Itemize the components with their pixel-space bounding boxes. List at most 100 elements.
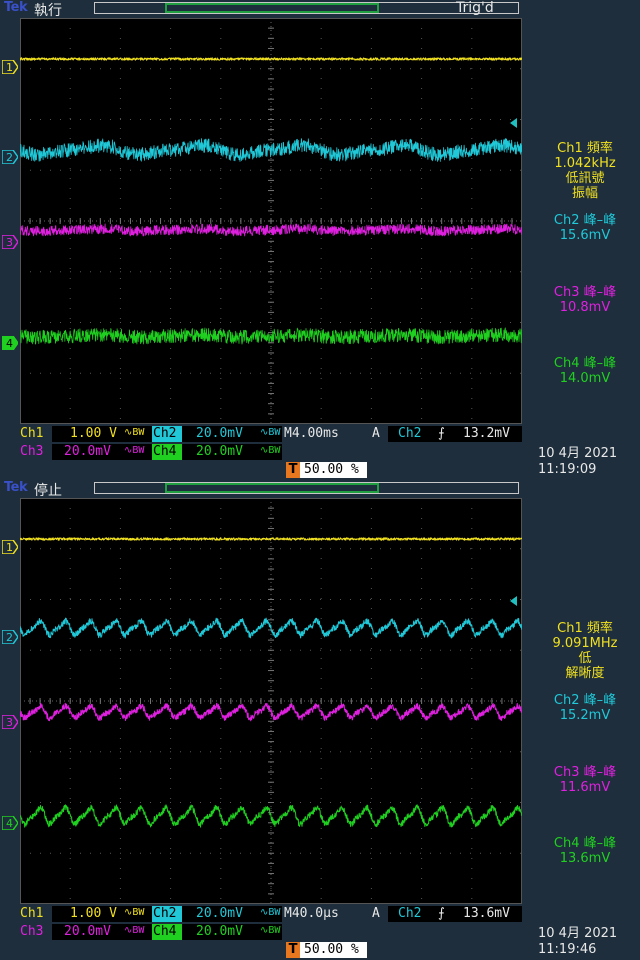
trigger-position: 50.00 % [304,942,359,957]
ch3-pk-pk-measurement: Ch3 峰–峰 11.6mV [530,765,640,795]
meas-line: 10.8mV [559,300,611,315]
ch3-scale[interactable]: 20.0mV [64,444,111,459]
meas-line: 9.091MHz [552,636,618,651]
ch4-ground-marker[interactable]: 4 [1,335,19,351]
trigger-source[interactable]: Ch2 [398,426,421,441]
ch3-pk-pk-measurement: Ch3 峰–峰 10.8mV [530,285,640,315]
acq-mode: A [372,906,380,921]
trigger-level[interactable]: 13.2mV [463,426,510,441]
ch1-bw-icon: ∿BW [124,907,145,918]
ch4-scale[interactable]: 20.0mV [196,924,243,939]
timebase[interactable]: M4.00ms [284,426,339,441]
trigger-status: Trig'd [456,0,494,16]
ch2-pk-pk-measurement: Ch2 峰–峰 15.6mV [530,213,640,243]
meas-line: 振幅 [571,186,598,201]
meas-line: Ch2 峰–峰 [553,213,617,228]
ch4-marker-label: 4 [6,337,13,350]
trigger-position-readout[interactable]: T 50.00 % [286,942,367,958]
ch1-scale[interactable]: 1.00 V [70,906,117,921]
trigger-level-icon[interactable] [510,596,517,606]
ch1-marker-label: 1 [6,61,13,74]
date: 10 4月 2021 [538,446,618,461]
ch1-scale[interactable]: 1.00 V [70,426,117,441]
time: 11:19:09 [538,462,597,477]
ch1-label[interactable]: Ch1 [20,906,43,921]
record-view-window[interactable] [165,3,379,13]
ch2-label[interactable]: Ch2 [153,906,176,921]
ch3-label[interactable]: Ch3 [20,444,43,459]
ch3-ground-marker[interactable]: 3 [1,234,19,250]
trigger-slope-icon: ⨍ [438,426,445,441]
ch4-ground-marker[interactable]: 4 [1,815,19,831]
ch3-bw-icon: ∿BW [124,445,145,456]
ch1-waveform [20,57,522,61]
ch3-marker-label: 3 [6,236,13,249]
trigger-source[interactable]: Ch2 [398,906,421,921]
status-bar: Tek 停止 [0,480,640,499]
time: 11:19:46 [538,942,597,957]
meas-line: 13.6mV [559,851,611,866]
ch3-marker-label: 3 [6,716,13,729]
meas-line: Ch4 峰–峰 [553,836,617,851]
meas-line: Ch3 峰–峰 [553,765,617,780]
graticule [20,18,522,424]
ch4-bw-icon: ∿BW [260,445,281,456]
ch1-frequency-measurement: Ch1 頻率 9.091MHz 低 解晰度 [530,621,640,681]
trigger-level-icon[interactable] [510,118,517,128]
ch1-ground-marker[interactable]: 1 [1,59,19,75]
ch2-bw-icon: ∿BW [260,427,281,438]
ch3-ground-marker[interactable]: 3 [1,714,19,730]
ch1-label[interactable]: Ch1 [20,426,43,441]
meas-line: 低 [578,651,592,666]
meas-line: Ch3 峰–峰 [553,285,617,300]
ch2-ground-marker[interactable]: 2 [1,629,19,645]
ch4-pk-pk-measurement: Ch4 峰–峰 13.6mV [530,836,640,866]
meas-line: Ch1 頻率 [557,141,613,156]
meas-line: 11.6mV [559,780,611,795]
ch2-scale[interactable]: 20.0mV [196,906,243,921]
settings-readout: Ch1 1.00 V ∿BW Ch2 20.0mV ∿BW M4.00ms A … [0,424,640,480]
ch4-label[interactable]: Ch4 [153,924,176,939]
ch3-bw-icon: ∿BW [124,925,145,936]
graticule [20,498,522,904]
ch4-scale[interactable]: 20.0mV [196,444,243,459]
ch4-pk-pk-measurement: Ch4 峰–峰 14.0mV [530,356,640,386]
meas-line: 1.042kHz [554,156,616,171]
run-state: 執行 [34,3,62,19]
acq-mode: A [372,426,380,441]
meas-line: Ch2 峰–峰 [553,693,617,708]
trigger-level[interactable]: 13.6mV [463,906,510,921]
ch2-bw-icon: ∿BW [260,907,281,918]
run-state: 停止 [34,483,62,499]
trigger-position-readout[interactable]: T 50.00 % [286,462,367,478]
status-bar: Tek 執行 Trig'd [0,0,640,19]
ch1-frequency-measurement: Ch1 頻率 1.042kHz 低訊號 振幅 [530,141,640,201]
ch2-marker-label: 2 [6,631,13,644]
graticule-grid [20,18,522,424]
trigger-t-icon: T [286,462,300,478]
tek-logo: Tek [4,480,28,495]
trigger-position: 50.00 % [304,462,359,477]
meas-line: Ch4 峰–峰 [553,356,617,371]
ch4-label[interactable]: Ch4 [153,444,176,459]
ch2-label[interactable]: Ch2 [153,426,176,441]
ch2-scale[interactable]: 20.0mV [196,426,243,441]
ch2-waveform [20,617,522,639]
meas-line: 14.0mV [559,371,611,386]
ch3-label[interactable]: Ch3 [20,924,43,939]
ch3-scale[interactable]: 20.0mV [64,924,111,939]
ch2-pk-pk-measurement: Ch2 峰–峰 15.2mV [530,693,640,723]
record-view-window[interactable] [165,483,379,493]
meas-line: Ch1 頻率 [557,621,613,636]
waveform-display [20,498,522,904]
trigger-slope-icon: ⨍ [438,906,445,921]
ch2-marker-label: 2 [6,151,13,164]
trigger-t-icon: T [286,942,300,958]
ch2-ground-marker[interactable]: 2 [1,149,19,165]
graticule-grid [20,498,522,904]
ch1-ground-marker[interactable]: 1 [1,539,19,555]
scope-screen-1: Tek 執行 Trig'd T 1 2 3 4 Ch1 頻率 1.042kHz … [0,0,640,480]
ch1-waveform [20,537,522,541]
timebase[interactable]: M40.0µs [284,906,339,921]
meas-line: 解晰度 [565,666,605,681]
